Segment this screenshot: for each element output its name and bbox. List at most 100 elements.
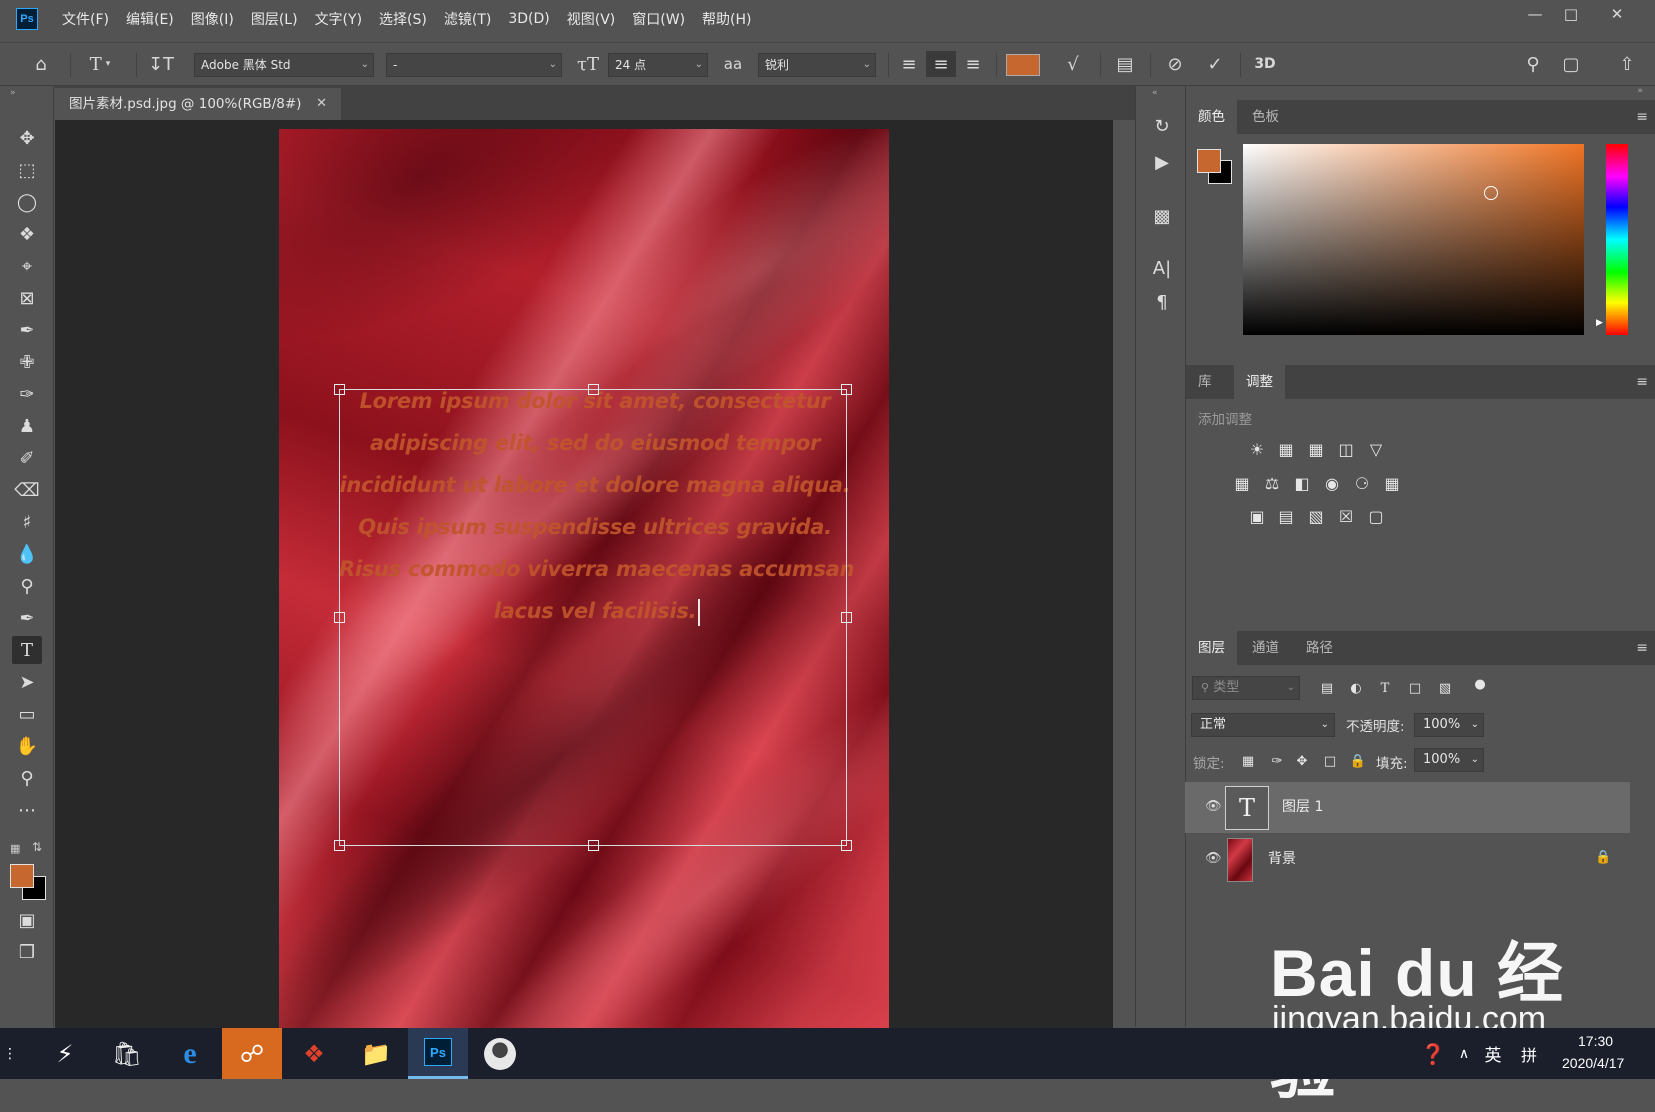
- dodge-tool-icon[interactable]: ⚲: [12, 572, 42, 600]
- minimize-icon[interactable]: —: [1518, 4, 1552, 24]
- type-tool-icon[interactable]: T: [12, 636, 42, 664]
- menu-select[interactable]: 选择(S): [379, 9, 427, 29]
- clock-time[interactable]: 17:30: [1578, 1033, 1613, 1049]
- lock-transparent-icon[interactable]: ▦: [1237, 751, 1259, 771]
- ime-language[interactable]: 英: [1478, 1028, 1508, 1079]
- screen-mode-icon[interactable]: ❒: [12, 938, 42, 966]
- lock-artboard-icon[interactable]: □: [1319, 751, 1341, 771]
- 3d-cube-icon[interactable]: ▩: [1148, 202, 1176, 230]
- lock-position-icon[interactable]: ✥: [1291, 751, 1313, 771]
- resize-handle[interactable]: [334, 840, 345, 851]
- hand-tool-icon[interactable]: ✋: [12, 732, 42, 760]
- toggle-text-orientation-icon[interactable]: ↧T: [146, 51, 176, 77]
- browser-app-icon[interactable]: ☍: [222, 1028, 282, 1079]
- text-color-swatch[interactable]: [1006, 54, 1040, 76]
- default-colors-icon[interactable]: ▦: [10, 842, 20, 855]
- zoom-tool-icon[interactable]: ⚲: [12, 764, 42, 792]
- brightness-contrast-icon[interactable]: ☀: [1246, 439, 1268, 459]
- red-app-icon[interactable]: ❖: [284, 1028, 344, 1079]
- actions-play-icon[interactable]: ▶: [1148, 148, 1176, 176]
- collapse-toolbar-icon[interactable]: »: [10, 88, 16, 98]
- filter-adjustment-icon[interactable]: ◐: [1345, 678, 1367, 698]
- eye-icon[interactable]: 👁: [1205, 799, 1222, 814]
- character-panel-icon[interactable]: ▤: [1110, 51, 1140, 77]
- eyedropper-tool-icon[interactable]: ✒: [12, 316, 42, 344]
- restore-icon[interactable]: □: [1554, 4, 1588, 24]
- quick-mask-icon[interactable]: ▣: [12, 906, 42, 934]
- layer-name[interactable]: 背景: [1268, 834, 1296, 885]
- path-selection-tool-icon[interactable]: ➤: [12, 668, 42, 696]
- channel-mixer-icon[interactable]: ⚆: [1351, 473, 1373, 493]
- menu-3d[interactable]: 3D(D): [508, 11, 549, 27]
- filter-toggle-icon[interactable]: ●: [1469, 674, 1491, 694]
- swap-colors-icon[interactable]: ⇅: [32, 840, 42, 854]
- resize-handle[interactable]: [841, 384, 852, 395]
- clock-date[interactable]: 2020/4/17: [1562, 1055, 1624, 1071]
- close-document-icon[interactable]: ✕: [316, 88, 327, 120]
- share-icon[interactable]: ⇧: [1612, 51, 1642, 77]
- layer-row-background[interactable]: 👁 背景 🔒: [1185, 834, 1630, 885]
- character-icon[interactable]: A|: [1148, 254, 1176, 282]
- brush-tool-icon[interactable]: ✑: [12, 380, 42, 408]
- help-icon[interactable]: ❓: [1418, 1028, 1448, 1079]
- hue-slider-handle[interactable]: ▶: [1596, 318, 1603, 328]
- cancel-icon[interactable]: ⊘: [1160, 51, 1190, 77]
- invert-icon[interactable]: ▣: [1246, 506, 1268, 526]
- gradient-map-icon[interactable]: ▢: [1365, 506, 1387, 526]
- resize-handle[interactable]: [334, 384, 345, 395]
- align-center-icon[interactable]: ≡: [926, 51, 956, 77]
- task-view-icon[interactable]: ⋮: [0, 1028, 20, 1079]
- exposure-icon[interactable]: ◫: [1335, 439, 1357, 459]
- store-icon[interactable]: 🛍: [97, 1028, 157, 1079]
- resize-handle[interactable]: [841, 612, 852, 623]
- menu-edit[interactable]: 编辑(E): [126, 9, 174, 29]
- vibrance-icon[interactable]: ▽: [1365, 439, 1387, 459]
- close-icon[interactable]: ✕: [1600, 4, 1634, 24]
- search-icon[interactable]: ⚲: [1520, 51, 1546, 77]
- lasso-tool-icon[interactable]: ◯: [12, 188, 42, 216]
- menu-view[interactable]: 视图(V): [567, 9, 616, 29]
- workspace-icon[interactable]: ▢: [1556, 51, 1586, 77]
- collapse-dock-icon[interactable]: «: [1152, 88, 1158, 98]
- frame-tool-icon[interactable]: ⊠: [12, 284, 42, 312]
- align-right-icon[interactable]: ≡: [960, 51, 986, 77]
- font-size-select[interactable]: 24 点 ⌄: [608, 53, 708, 77]
- color-picker-field[interactable]: [1243, 144, 1584, 335]
- chevron-up-icon[interactable]: ∧: [1452, 1028, 1476, 1079]
- foreground-color-swatch[interactable]: [1197, 149, 1221, 173]
- hue-saturation-icon[interactable]: ▦: [1231, 473, 1253, 493]
- move-tool-icon[interactable]: ✥: [12, 124, 42, 152]
- eraser-tool-icon[interactable]: ⌫: [12, 476, 42, 504]
- photoshop-taskbar-icon[interactable]: Ps: [408, 1028, 468, 1079]
- selective-color-icon[interactable]: ☒: [1335, 506, 1357, 526]
- foreground-color-swatch[interactable]: [10, 864, 34, 888]
- avatar[interactable]: [470, 1028, 530, 1079]
- home-icon[interactable]: ⌂: [26, 51, 56, 77]
- menu-help[interactable]: 帮助(H): [702, 9, 751, 29]
- color-balance-icon[interactable]: ⚖: [1261, 473, 1283, 493]
- lock-all-icon[interactable]: 🔒: [1347, 751, 1369, 771]
- panel-menu-icon[interactable]: ≡: [1636, 374, 1648, 390]
- edge-icon[interactable]: e: [160, 1028, 220, 1079]
- menu-file[interactable]: 文件(F): [62, 9, 109, 29]
- opacity-input[interactable]: 100% ⌄: [1414, 713, 1484, 737]
- rectangle-tool-icon[interactable]: ▭: [12, 700, 42, 728]
- document-tab[interactable]: 图片素材.psd.jpg @ 100%(RGB/8#) ✕: [55, 88, 341, 120]
- quick-select-tool-icon[interactable]: ❖: [12, 220, 42, 248]
- blur-tool-icon[interactable]: 💧: [12, 540, 42, 568]
- marquee-tool-icon[interactable]: ⬚: [12, 156, 42, 184]
- 3d-icon[interactable]: 3D: [1250, 51, 1280, 77]
- menu-window[interactable]: 窗口(W): [632, 9, 685, 29]
- posterize-icon[interactable]: ▤: [1275, 506, 1297, 526]
- levels-icon[interactable]: ▦: [1275, 439, 1297, 459]
- resize-handle[interactable]: [841, 840, 852, 851]
- lock-pixels-icon[interactable]: ✑: [1266, 751, 1288, 771]
- panel-menu-icon[interactable]: ≡: [1636, 640, 1648, 656]
- crop-tool-icon[interactable]: ⌖: [12, 252, 42, 280]
- history-brush-tool-icon[interactable]: ✐: [12, 444, 42, 472]
- black-white-icon[interactable]: ◧: [1291, 473, 1313, 493]
- photo-filter-icon[interactable]: ◉: [1321, 473, 1343, 493]
- stamp-tool-icon[interactable]: ♟: [12, 412, 42, 440]
- paragraph-icon[interactable]: ¶: [1148, 288, 1176, 316]
- resize-handle[interactable]: [588, 840, 599, 851]
